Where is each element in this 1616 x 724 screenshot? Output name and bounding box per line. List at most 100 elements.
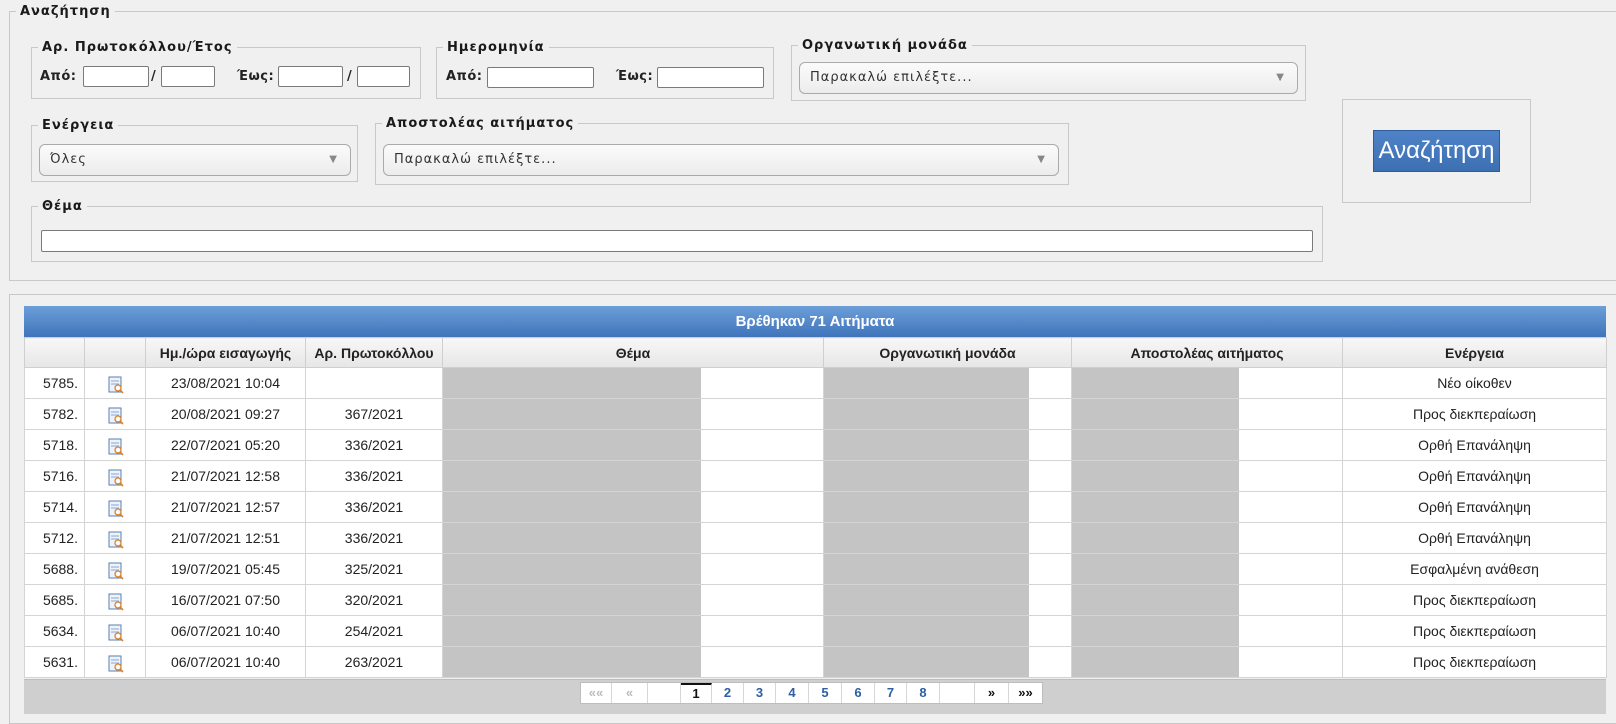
- document-view-icon[interactable]: [108, 438, 124, 456]
- page-3-button[interactable]: 3: [744, 683, 776, 703]
- chevron-down-icon: ▼: [1037, 154, 1046, 165]
- row-subject: [442, 429, 824, 461]
- row-sender: [1071, 553, 1343, 585]
- row-org-unit: [823, 553, 1072, 585]
- column-header-org-unit[interactable]: Οργανωτική μονάδα: [823, 337, 1072, 368]
- org-unit-select[interactable]: Παρακαλώ επιλέξτε... ▼: [799, 62, 1298, 94]
- row-datetime: 06/07/2021 10:40: [145, 615, 306, 647]
- page-7-button[interactable]: 7: [875, 683, 907, 703]
- redaction-block: [443, 523, 701, 553]
- redaction-block: [1072, 647, 1239, 677]
- column-header-action[interactable]: Ενέργεια: [1342, 337, 1607, 368]
- table-row[interactable]: 5712. 21/07/2021 12:51 336/2021 Ορθή Επανάλ…: [24, 522, 1607, 554]
- table-row[interactable]: 5634. 06/07/2021 10:40 254/2021 Προς διεκπε…: [24, 615, 1607, 647]
- table-row[interactable]: 5716. 21/07/2021 12:58 336/2021 Ορθή Επανάλ…: [24, 460, 1607, 492]
- prev-page-button[interactable]: «: [612, 683, 648, 703]
- table-row[interactable]: 5685. 16/07/2021 07:50 320/2021 Προς διεκπε…: [24, 584, 1607, 616]
- pager-spacer: [940, 683, 975, 703]
- table-row[interactable]: 5714. 21/07/2021 12:57 336/2021 Ορθή Επανάλ…: [24, 491, 1607, 523]
- first-page-button[interactable]: ««: [581, 683, 612, 703]
- row-protocol: 336/2021: [305, 460, 443, 492]
- row-view-cell[interactable]: [84, 367, 146, 399]
- protocol-from-year-input[interactable]: [161, 66, 215, 87]
- redaction-block: [824, 585, 1029, 615]
- row-id: 5718.: [24, 429, 85, 461]
- last-page-button[interactable]: »»: [1009, 683, 1042, 703]
- document-view-icon[interactable]: [108, 624, 124, 642]
- action-select[interactable]: Όλες ▼: [39, 144, 351, 176]
- row-view-cell[interactable]: [84, 491, 146, 523]
- row-view-cell[interactable]: [84, 398, 146, 430]
- org-unit-legend: Οργανωτική μονάδα: [802, 38, 968, 53]
- table-row[interactable]: 5785. 23/08/2021 10:04 Νέο οίκοθεν: [24, 367, 1607, 399]
- column-header-id: [24, 337, 85, 368]
- row-protocol: 336/2021: [305, 491, 443, 523]
- redaction-block: [1072, 461, 1239, 491]
- row-view-cell[interactable]: [84, 460, 146, 492]
- date-from-input[interactable]: [487, 67, 594, 88]
- row-datetime: 19/07/2021 05:45: [145, 553, 306, 585]
- table-row[interactable]: 5782. 20/08/2021 09:27 367/2021 Προς διεκπε…: [24, 398, 1607, 430]
- search-panel-legend: Αναζήτηση: [20, 4, 111, 19]
- document-view-icon[interactable]: [108, 655, 124, 673]
- row-action: Προς διεκπεραίωση: [1342, 398, 1607, 430]
- row-datetime: 20/08/2021 09:27: [145, 398, 306, 430]
- row-subject: [442, 367, 824, 399]
- table-row[interactable]: 5631. 06/07/2021 10:40 263/2021 Προς διεκπε…: [24, 646, 1607, 678]
- protocol-from-number-input[interactable]: [83, 66, 149, 87]
- subject-legend: Θέμα: [42, 199, 83, 214]
- protocol-to-number-input[interactable]: [278, 66, 343, 87]
- sender-select[interactable]: Παρακαλώ επιλέξτε... ▼: [383, 144, 1059, 176]
- pager-spacer: [648, 683, 681, 703]
- row-view-cell[interactable]: [84, 646, 146, 678]
- page-4-button[interactable]: 4: [776, 683, 809, 703]
- page-2-button[interactable]: 2: [712, 683, 744, 703]
- row-subject: [442, 646, 824, 678]
- page-8-button[interactable]: 8: [907, 683, 940, 703]
- document-view-icon[interactable]: [108, 531, 124, 549]
- table-header-row: Ημ./ώρα εισαγωγής Αρ. Πρωτοκόλλου Θέμα Ο…: [24, 337, 1607, 368]
- row-subject: [442, 522, 824, 554]
- row-sender: [1071, 491, 1343, 523]
- row-subject: [442, 460, 824, 492]
- redaction-block: [443, 399, 701, 429]
- document-view-icon[interactable]: [108, 469, 124, 487]
- row-id: 5782.: [24, 398, 85, 430]
- row-org-unit: [823, 429, 1072, 461]
- row-sender: [1071, 615, 1343, 647]
- row-view-cell[interactable]: [84, 429, 146, 461]
- column-header-datetime[interactable]: Ημ./ώρα εισαγωγής: [145, 337, 306, 368]
- row-id: 5631.: [24, 646, 85, 678]
- row-view-cell[interactable]: [84, 522, 146, 554]
- column-header-protocol[interactable]: Αρ. Πρωτοκόλλου: [305, 337, 443, 368]
- row-sender: [1071, 460, 1343, 492]
- protocol-to-year-input[interactable]: [357, 66, 410, 87]
- row-org-unit: [823, 584, 1072, 616]
- document-view-icon[interactable]: [108, 500, 124, 518]
- redaction-block: [443, 554, 701, 584]
- action-select-value: Όλες: [50, 152, 87, 167]
- table-row[interactable]: 5688. 19/07/2021 05:45 325/2021 Εσφαλμένη α…: [24, 553, 1607, 585]
- row-view-cell[interactable]: [84, 615, 146, 647]
- document-view-icon[interactable]: [108, 407, 124, 425]
- row-subject: [442, 584, 824, 616]
- column-header-subject[interactable]: Θέμα: [442, 337, 824, 368]
- date-to-input[interactable]: [657, 67, 764, 88]
- column-header-sender[interactable]: Αποστολέας αιτήματος: [1071, 337, 1343, 368]
- document-view-icon[interactable]: [108, 593, 124, 611]
- page-5-button[interactable]: 5: [809, 683, 842, 703]
- row-view-cell[interactable]: [84, 553, 146, 585]
- results-table: Ημ./ώρα εισαγωγής Αρ. Πρωτοκόλλου Θέμα Ο…: [24, 337, 1607, 678]
- subject-input[interactable]: [41, 230, 1313, 252]
- row-view-cell[interactable]: [84, 584, 146, 616]
- table-row[interactable]: 5718. 22/07/2021 05:20 336/2021 Ορθή Επανάλ…: [24, 429, 1607, 461]
- row-org-unit: [823, 398, 1072, 430]
- document-view-icon[interactable]: [108, 562, 124, 580]
- redaction-block: [824, 399, 1029, 429]
- page-1-button[interactable]: 1: [681, 683, 712, 703]
- document-view-icon[interactable]: [108, 376, 124, 394]
- search-button[interactable]: Αναζήτηση: [1373, 130, 1500, 172]
- chevron-down-icon: ▼: [329, 154, 338, 165]
- page-6-button[interactable]: 6: [842, 683, 875, 703]
- next-page-button[interactable]: »: [975, 683, 1009, 703]
